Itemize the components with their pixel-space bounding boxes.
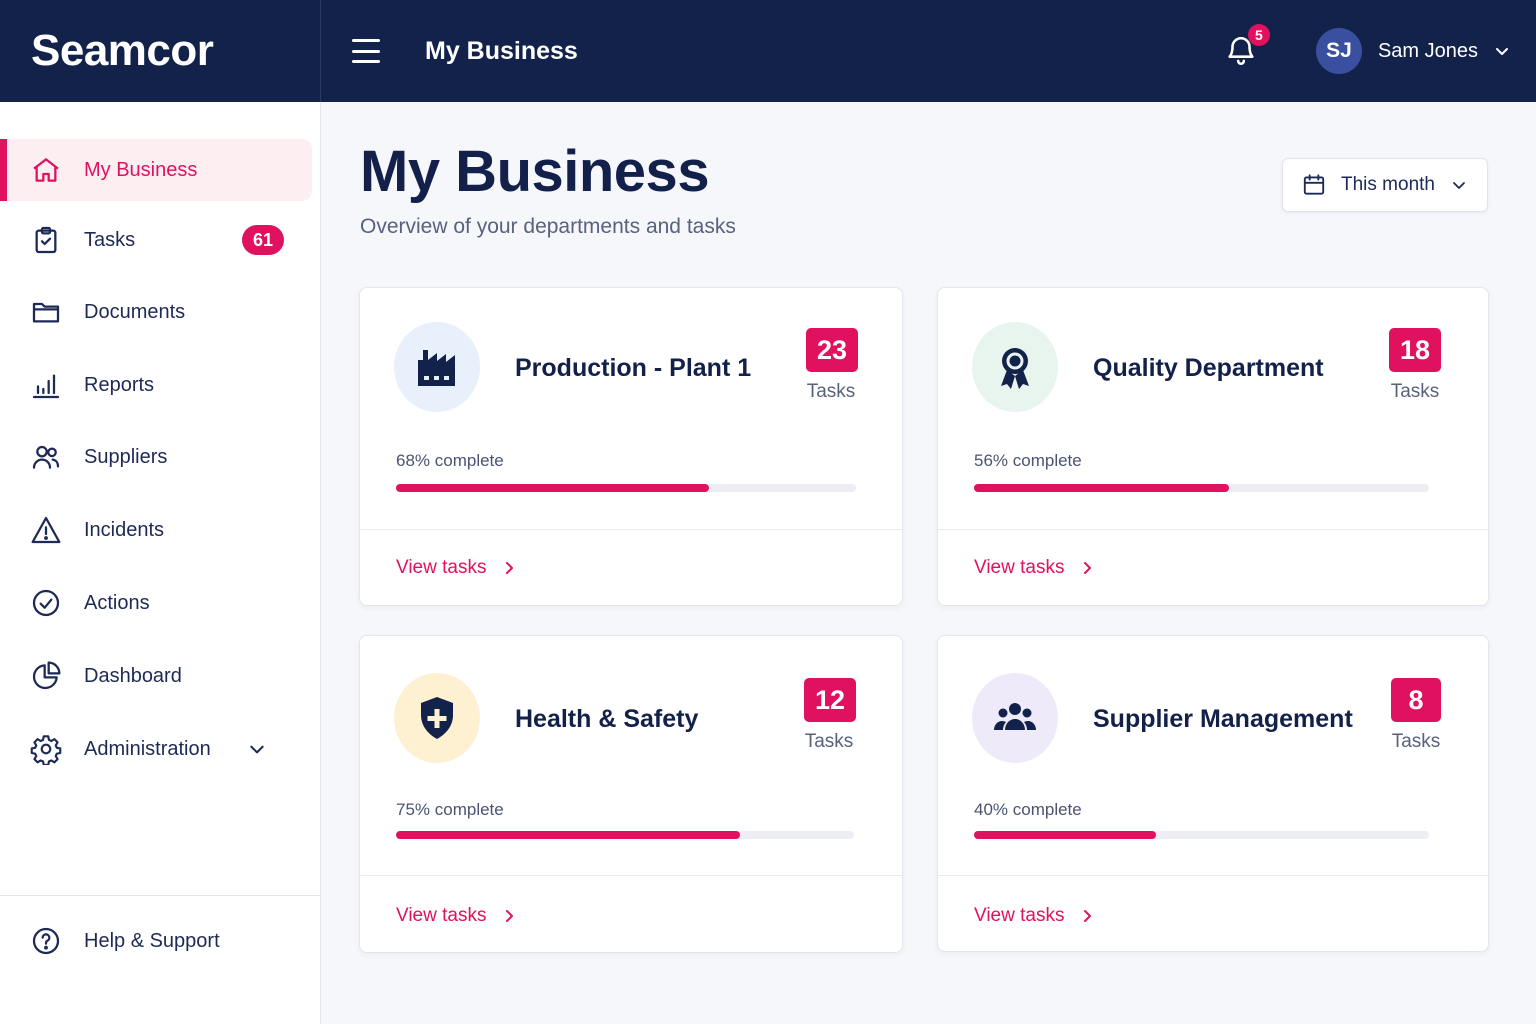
task-count-badge: 8: [1391, 678, 1441, 722]
card-title: Supplier Management: [1093, 705, 1353, 733]
task-count-label: Tasks: [1391, 731, 1441, 752]
card-title: Production - Plant 1: [515, 354, 752, 382]
task-count-badge: 18: [1389, 328, 1441, 372]
department-card-supplier-management: Supplier Management 8 Tasks 40% complete…: [937, 635, 1489, 952]
bar-chart-icon: [30, 369, 62, 401]
sidebar-item-incidents[interactable]: Incidents: [0, 499, 312, 561]
view-tasks-link[interactable]: View tasks: [396, 905, 516, 927]
sidebar-item-tasks[interactable]: Tasks 61: [0, 209, 312, 271]
task-count-badge: 23: [806, 328, 858, 372]
chevron-down-icon: [1453, 182, 1465, 189]
users-icon: [30, 441, 62, 473]
calendar-icon: [1303, 174, 1325, 195]
award-icon: [972, 322, 1058, 412]
card-title: Health & Safety: [515, 705, 699, 733]
card-divider: [360, 529, 902, 530]
task-count-label: Tasks: [804, 731, 854, 752]
check-circle-icon: [30, 587, 62, 619]
progress-label: 56% complete: [974, 451, 1082, 470]
progress-fill: [396, 831, 740, 839]
task-count-label: Tasks: [1390, 381, 1440, 402]
chevron-right-icon: [506, 562, 514, 574]
page-title: My Business: [360, 139, 710, 204]
sidebar-item-label: Reports: [84, 373, 155, 396]
card-divider: [360, 875, 902, 876]
department-card-quality: Quality Department 18 Tasks 56% complete…: [937, 287, 1489, 606]
sidebar-item-label: Actions: [84, 591, 150, 614]
view-tasks-link[interactable]: View tasks: [974, 905, 1094, 927]
chevron-right-icon: [506, 910, 514, 922]
chevron-down-icon[interactable]: [248, 740, 266, 758]
progress-fill: [974, 484, 1229, 492]
progress-label: 68% complete: [396, 451, 504, 470]
warning-icon: [30, 514, 62, 546]
sidebar: My Business Tasks 61 Documents Reports S…: [0, 102, 321, 1024]
view-tasks-label: View tasks: [974, 557, 1065, 578]
avatar: SJ: [1315, 28, 1362, 74]
notification-count-badge: 5: [1247, 24, 1270, 46]
tasks-count-badge: 61: [242, 225, 284, 255]
card-divider: [938, 529, 1488, 530]
card-title: Quality Department: [1093, 354, 1324, 382]
chevron-down-icon: [1496, 48, 1508, 55]
brand-name: Seamcor: [31, 26, 214, 75]
sidebar-item-label: Help & Support: [84, 929, 220, 952]
view-tasks-link[interactable]: View tasks: [974, 557, 1094, 579]
sidebar-item-label: Administration: [84, 737, 211, 760]
sidebar-item-suppliers[interactable]: Suppliers: [0, 426, 312, 488]
sidebar-item-actions[interactable]: Actions: [0, 572, 312, 634]
factory-icon: [394, 322, 480, 412]
home-icon: [30, 154, 62, 186]
sidebar-item-my-business[interactable]: My Business: [0, 139, 312, 201]
brand-logo[interactable]: Seamcor: [0, 0, 321, 102]
shield-plus-icon: [394, 673, 480, 763]
progress-label: 40% complete: [974, 800, 1082, 819]
progress-fill: [396, 484, 709, 492]
header-title: My Business: [425, 36, 578, 65]
menu-icon[interactable]: [352, 39, 380, 63]
view-tasks-label: View tasks: [974, 905, 1065, 926]
sidebar-item-administration[interactable]: Administration: [0, 718, 312, 780]
period-select[interactable]: This month: [1282, 158, 1488, 212]
sidebar-item-documents[interactable]: Documents: [0, 281, 312, 343]
group-icon: [972, 673, 1058, 763]
top-bar: Seamcor My Business 5 SJ Sam Jones: [0, 0, 1536, 102]
chevron-right-icon: [1084, 910, 1092, 922]
folder-icon: [30, 296, 62, 328]
progress-bar: [974, 484, 1429, 492]
progress-bar: [974, 831, 1429, 839]
card-divider: [938, 875, 1488, 876]
help-circle-icon: [30, 925, 62, 957]
pie-chart-icon: [30, 660, 62, 692]
sidebar-item-label: Documents: [84, 300, 186, 323]
sidebar-item-label: Suppliers: [84, 445, 168, 468]
gear-icon: [30, 733, 62, 767]
page-subtitle: Overview of your departments and tasks: [360, 215, 736, 238]
view-tasks-link[interactable]: View tasks: [396, 557, 516, 579]
view-tasks-label: View tasks: [396, 557, 487, 578]
sidebar-item-label: Incidents: [84, 518, 165, 541]
chevron-right-icon: [1084, 562, 1092, 574]
task-count-label: Tasks: [806, 381, 856, 402]
view-tasks-label: View tasks: [396, 905, 487, 926]
sidebar-item-label: Dashboard: [84, 664, 182, 687]
user-name: Sam Jones: [1377, 39, 1478, 62]
sidebar-divider: [0, 895, 320, 896]
department-card-health-safety: Health & Safety 12 Tasks 75% complete Vi…: [359, 635, 903, 953]
user-menu[interactable]: SJ Sam Jones: [1315, 28, 1510, 74]
progress-fill: [974, 831, 1156, 839]
sidebar-item-reports[interactable]: Reports: [0, 354, 312, 416]
sidebar-item-label: My Business: [84, 158, 198, 181]
clipboard-check-icon: [30, 224, 62, 256]
sidebar-item-help-support[interactable]: Help & Support: [0, 910, 312, 972]
progress-bar: [396, 831, 854, 839]
sidebar-item-label: Tasks: [84, 228, 136, 251]
progress-label: 75% complete: [396, 800, 504, 819]
progress-bar: [396, 484, 856, 492]
task-count-badge: 12: [804, 678, 856, 722]
sidebar-item-dashboard[interactable]: Dashboard: [0, 645, 312, 707]
period-select-value: This month: [1341, 174, 1435, 195]
department-card-production: Production - Plant 1 23 Tasks 68% comple…: [359, 287, 903, 606]
notifications-button[interactable]: 5: [1224, 24, 1270, 69]
